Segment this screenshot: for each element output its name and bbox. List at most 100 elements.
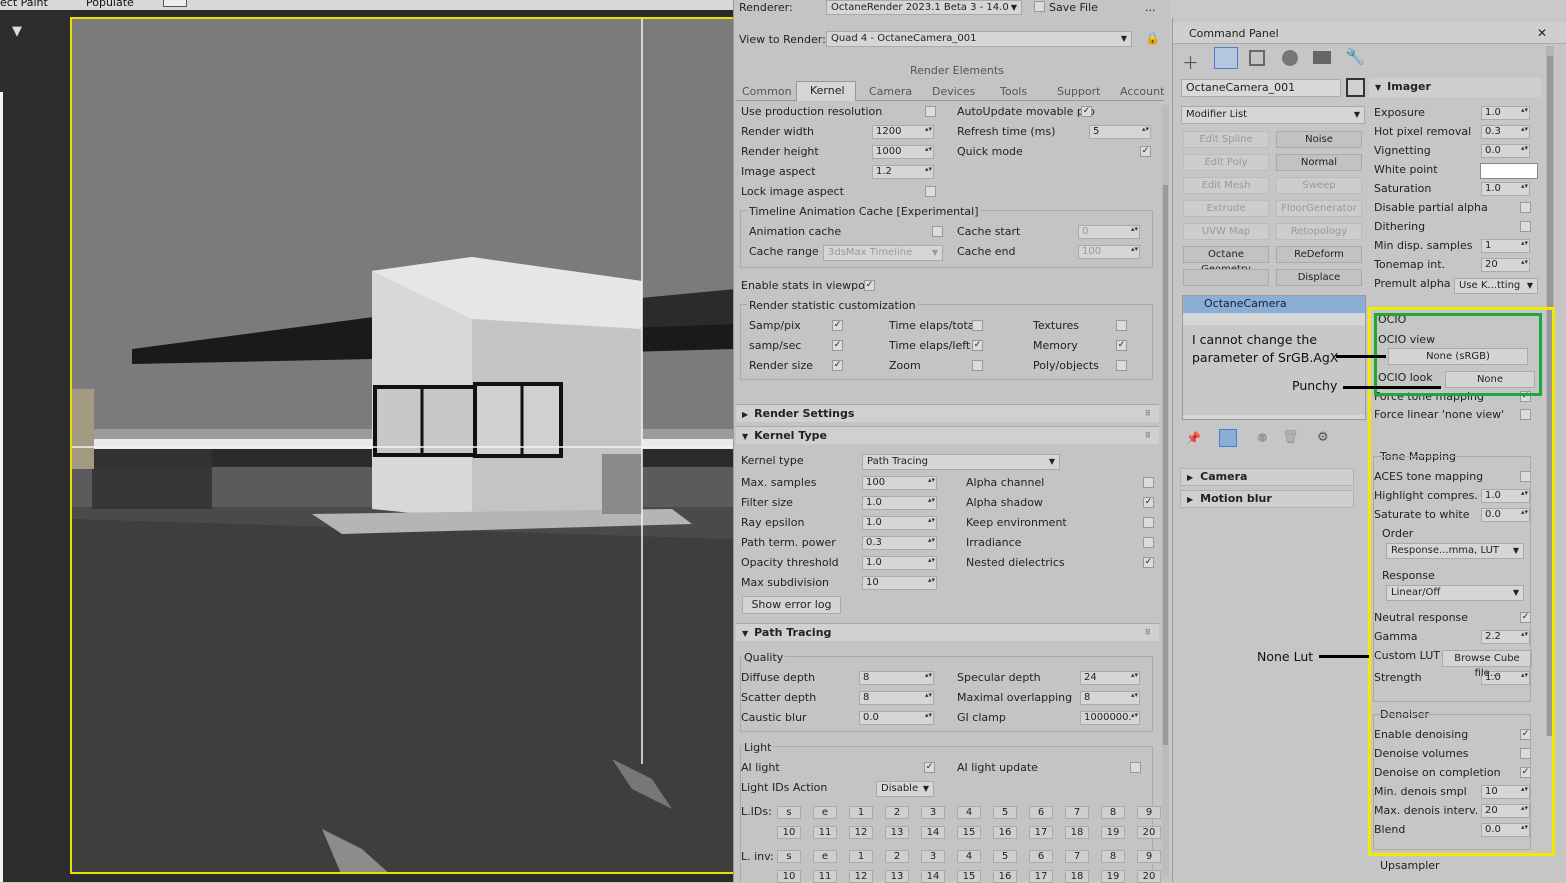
path-tracing-rollout[interactable]: ▼ Path Tracing ⠿ bbox=[736, 623, 1159, 641]
show-error-log-button[interactable]: Show error log bbox=[742, 596, 841, 614]
cache-range-dropdown[interactable]: 3dsMax Timeline ▼ bbox=[823, 245, 943, 261]
light-id-button[interactable]: 10 bbox=[777, 870, 801, 883]
camera-viewport-frame[interactable] bbox=[70, 17, 733, 874]
light-id-button[interactable]: s bbox=[777, 850, 801, 863]
light-id-button[interactable]: 14 bbox=[921, 870, 945, 883]
light-id-button[interactable]: 2 bbox=[885, 806, 909, 819]
light-id-button[interactable]: 15 bbox=[957, 826, 981, 839]
light-id-button[interactable]: 3 bbox=[921, 850, 945, 863]
ai-light-checkbox[interactable]: ✓ bbox=[924, 762, 935, 773]
light-id-button[interactable]: 8 bbox=[1101, 806, 1125, 819]
alpha-channel-checkbox[interactable] bbox=[1143, 477, 1154, 488]
anim-cache-checkbox[interactable] bbox=[932, 226, 943, 237]
modifier-button[interactable]: FloorGenerator bbox=[1276, 200, 1362, 217]
motion-icon[interactable] bbox=[1282, 50, 1298, 66]
maximal-overlapping-field[interactable]: 8 bbox=[1080, 691, 1140, 705]
modifier-button[interactable]: Edit Spline bbox=[1183, 131, 1269, 148]
render-width-field[interactable]: 1200 bbox=[872, 125, 934, 139]
utilities-icon[interactable]: 🔧 bbox=[1345, 47, 1365, 66]
tab-support[interactable]: Support bbox=[1057, 85, 1100, 98]
modifier-button[interactable]: Octane Geometry bbox=[1183, 246, 1269, 275]
light-id-button[interactable]: 20 bbox=[1137, 826, 1161, 839]
stack-item-octanecamera[interactable]: OctaneCamera bbox=[1183, 296, 1365, 313]
tab-common[interactable]: Common bbox=[742, 85, 792, 98]
modifier-button[interactable]: ReDeform bbox=[1276, 246, 1362, 263]
modifier-button[interactable] bbox=[1183, 269, 1269, 286]
modifier-button[interactable]: Edit Poly bbox=[1183, 154, 1269, 171]
pin-icon[interactable]: 📌 bbox=[1186, 431, 1201, 445]
light-id-button[interactable]: 17 bbox=[1029, 826, 1053, 839]
scatter-depth-field[interactable]: 8 bbox=[859, 691, 934, 705]
caustic-blur-field[interactable]: 0.0 bbox=[859, 711, 934, 725]
make-unique-icon[interactable]: ⚉ bbox=[1257, 431, 1268, 445]
irradiance-checkbox[interactable] bbox=[1143, 537, 1154, 548]
light-id-button[interactable]: 9 bbox=[1137, 850, 1161, 863]
tab-tools[interactable]: Tools bbox=[1000, 85, 1027, 98]
hierarchy-icon[interactable] bbox=[1249, 50, 1265, 66]
use-production-checkbox[interactable] bbox=[925, 106, 936, 117]
filter-icon[interactable]: ▼ bbox=[12, 24, 22, 39]
configure-icon[interactable]: ⚙ bbox=[1317, 430, 1329, 445]
render-settings-rollout[interactable]: ▶ Render Settings ⠿ bbox=[736, 404, 1159, 422]
trash-icon[interactable]: 🗑 bbox=[1282, 430, 1299, 445]
light-id-button[interactable]: 13 bbox=[885, 826, 909, 839]
menu-object-paint[interactable]: ect Paint bbox=[0, 0, 48, 9]
modifier-button[interactable]: Edit Mesh bbox=[1183, 177, 1269, 194]
lock-icon[interactable]: 🔒 bbox=[1145, 31, 1160, 45]
lock-aspect-checkbox[interactable] bbox=[925, 186, 936, 197]
show-end-result-icon[interactable] bbox=[1219, 429, 1237, 447]
modify-icon[interactable] bbox=[1214, 47, 1238, 69]
tab-kernel[interactable]: Kernel bbox=[810, 84, 845, 97]
quick-mode-checkbox[interactable]: ✓ bbox=[1140, 146, 1151, 157]
imager-min-disp-field[interactable]: 1 bbox=[1481, 239, 1530, 253]
camera-rollout[interactable]: ▶ Camera bbox=[1180, 468, 1354, 486]
light-id-button[interactable]: e bbox=[813, 806, 837, 819]
light-id-button[interactable]: 14 bbox=[921, 826, 945, 839]
enable-stats-checkbox[interactable]: ✓ bbox=[864, 280, 875, 291]
light-ids-action-dropdown[interactable]: Disable ▼ bbox=[876, 781, 934, 797]
render-scrollbar[interactable] bbox=[1162, 105, 1169, 875]
max-samples-field[interactable]: 100 bbox=[862, 476, 937, 490]
kernel-type-rollout[interactable]: ▼ Kernel Type ⠿ bbox=[736, 426, 1159, 444]
render-size-checkbox[interactable]: ✓ bbox=[832, 360, 843, 371]
diffuse-depth-field[interactable]: 8 bbox=[859, 671, 934, 685]
light-id-button[interactable]: 4 bbox=[957, 806, 981, 819]
modifier-button[interactable]: Extrude bbox=[1183, 200, 1269, 217]
light-id-button[interactable]: 6 bbox=[1029, 806, 1053, 819]
imager-exposure-field[interactable]: 1.0 bbox=[1481, 106, 1530, 120]
poly-objects-checkbox[interactable] bbox=[1116, 360, 1127, 371]
cache-start-field[interactable]: 0 bbox=[1078, 225, 1140, 239]
save-file-checkbox[interactable] bbox=[1034, 1, 1045, 12]
samp-pix-checkbox[interactable]: ✓ bbox=[832, 320, 843, 331]
cache-end-field[interactable]: 100 bbox=[1078, 245, 1140, 259]
light-id-button[interactable]: 5 bbox=[993, 806, 1017, 819]
more-button[interactable]: ... bbox=[1145, 1, 1156, 14]
light-id-button[interactable]: 7 bbox=[1065, 850, 1089, 863]
tab-devices[interactable]: Devices bbox=[932, 85, 975, 98]
ray-epsilon-field[interactable]: 1.0 bbox=[862, 516, 937, 530]
close-icon[interactable]: ✕ bbox=[1537, 26, 1547, 40]
modifier-button[interactable]: Displace bbox=[1276, 269, 1362, 286]
light-id-button[interactable]: 16 bbox=[993, 826, 1017, 839]
tab-account[interactable]: Account bbox=[1120, 85, 1164, 98]
light-id-button[interactable]: 1 bbox=[849, 850, 873, 863]
textures-checkbox[interactable] bbox=[1116, 320, 1127, 331]
autoupdate-checkbox[interactable]: ✓ bbox=[1081, 106, 1092, 117]
path-term-field[interactable]: 0.3 bbox=[862, 536, 937, 550]
opacity-threshold-field[interactable]: 1.0 bbox=[862, 556, 937, 570]
imager-vignetting-field[interactable]: 0.0 bbox=[1481, 144, 1530, 158]
light-id-button[interactable]: 6 bbox=[1029, 850, 1053, 863]
light-id-button[interactable]: 16 bbox=[993, 870, 1017, 883]
object-color-swatch[interactable] bbox=[1346, 78, 1365, 97]
kernel-type-dropdown[interactable]: Path Tracing ▼ bbox=[862, 454, 1060, 470]
imager-dithering-checkbox[interactable] bbox=[1520, 221, 1531, 232]
light-id-button[interactable]: e bbox=[813, 850, 837, 863]
time-left-checkbox[interactable]: ✓ bbox=[972, 340, 983, 351]
memory-checkbox[interactable]: ✓ bbox=[1116, 340, 1127, 351]
max-subdivision-field[interactable]: 10 bbox=[862, 576, 937, 590]
keep-environment-checkbox[interactable] bbox=[1143, 517, 1154, 528]
view-to-render-dropdown[interactable]: Quad 4 - OctaneCamera_001 ▼ bbox=[826, 31, 1132, 47]
imager-tonemap-int-field[interactable]: 20 bbox=[1481, 258, 1530, 272]
imager-rollout[interactable]: ▼ Imager bbox=[1369, 78, 1541, 97]
modifier-button[interactable]: Normal bbox=[1276, 154, 1362, 171]
